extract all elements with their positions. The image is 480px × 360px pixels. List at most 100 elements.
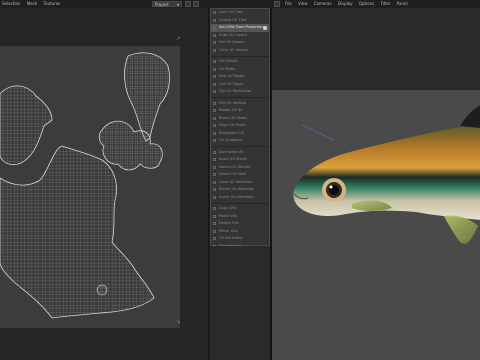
- ops-item-icon: [213, 26, 216, 29]
- ops-item-label: Scale UV Shells: [219, 157, 247, 161]
- ops-item-label: Flip UV Horizontal: [219, 89, 252, 93]
- ops-menu-item[interactable]: UV Relax: [211, 66, 269, 74]
- ops-item-label: Sew UV Edges: [219, 74, 245, 78]
- ops-item-icon: [213, 158, 216, 161]
- fish-eye-highlight: [329, 185, 333, 189]
- ops-item-label: Mirror UVs: [219, 228, 238, 233]
- ops-item-icon: [213, 229, 216, 233]
- ops-menu-item[interactable]: Stack UV Shells: [211, 115, 269, 123]
- ops-item-icon: [213, 150, 216, 154]
- ops-item-icon: [213, 109, 216, 112]
- ops-item-icon: [213, 33, 216, 37]
- ops-menu-item[interactable]: Copy UVs: [211, 205, 269, 213]
- ops-item-icon: [213, 75, 216, 78]
- ops-menu-item[interactable]: UV Snapshot: [211, 137, 269, 145]
- menu-file[interactable]: File: [285, 1, 292, 6]
- ops-item-label: Align UV Shells: [219, 123, 247, 127]
- menu-textures[interactable]: Textures: [44, 1, 61, 6]
- ops-menu-item[interactable]: Lock UV Tiles: [211, 9, 269, 17]
- ops-item-icon: [213, 18, 216, 22]
- ops-item-label: Copy UVs: [219, 206, 237, 210]
- ops-item-icon: [213, 67, 216, 71]
- uv-grid-area[interactable]: [0, 46, 180, 328]
- viewport-menu: File View Cameras Display Options Filter…: [285, 0, 413, 8]
- ops-item-label: UV Unfold: [219, 59, 237, 63]
- ops-menu-item[interactable]: Match UV Density: [211, 164, 269, 172]
- toolbar-settings-icon[interactable]: [193, 1, 199, 7]
- uv-shell-fin: [98, 120, 163, 171]
- project-dropdown[interactable]: Project ▾: [152, 1, 182, 7]
- ops-item-label: Shrink UV Selection: [219, 187, 255, 191]
- ops-item-icon: [213, 139, 216, 142]
- ops-menu-item[interactable]: Cut UV Edges: [211, 81, 269, 89]
- fish-pelvic-fin: [444, 215, 478, 244]
- uv-shell-gill: [0, 85, 53, 165]
- ops-item-icon: [213, 116, 216, 120]
- ops-item-icon: [213, 82, 216, 86]
- ops-menu-item[interactable]: Rotate UV 90: [211, 107, 269, 115]
- ops-menu-item[interactable]: Set UVW From Projection: [211, 24, 269, 32]
- ops-item-label: Clear UV Seams: [219, 47, 248, 52]
- toolbar-toggle-icon[interactable]: [185, 1, 191, 7]
- ops-item-label: Invert UV Selection: [219, 194, 254, 199]
- ops-item-label: UV Set Editor: [219, 236, 243, 240]
- menu-separator: [211, 202, 269, 204]
- ops-item-icon: [213, 165, 216, 169]
- ops-menu-item[interactable]: Flip UV Horizontal: [211, 88, 269, 96]
- ops-menu-item[interactable]: Align UV Shells: [211, 122, 269, 130]
- ops-menu-item[interactable]: Unlock UV Tiles: [211, 17, 269, 25]
- menu-panel[interactable]: Panel: [397, 1, 408, 6]
- ops-menu-item[interactable]: Normalize UV: [211, 149, 269, 157]
- ops-menu-item[interactable]: Set UV Seams: [211, 39, 269, 47]
- ops-item-label: Flip UV Vertical: [219, 100, 247, 105]
- menu-separator: [211, 55, 269, 57]
- ops-item-icon: [213, 207, 216, 210]
- ops-item-icon: [213, 124, 216, 127]
- menu-selection[interactable]: Selection: [2, 1, 20, 6]
- ops-menu-item[interactable]: Mirror UVs: [211, 228, 269, 236]
- menu-options[interactable]: Options: [359, 1, 374, 6]
- ops-menu-item[interactable]: Select UV Shell: [211, 171, 269, 179]
- ops-item-label: Set UVW From Projection: [219, 25, 264, 29]
- menu-filter[interactable]: Filter: [381, 1, 391, 6]
- ops-item-label: Normalize UV: [219, 149, 244, 154]
- ops-item-icon: [213, 173, 216, 176]
- ops-menu-item[interactable]: Scale UV Shells: [211, 156, 269, 164]
- uv-editor-menu: Selection Mesh Textures: [2, 0, 65, 8]
- ops-item-label: UV Relax: [219, 66, 236, 71]
- uv-shells: [0, 52, 170, 319]
- menu-view[interactable]: View: [298, 1, 308, 6]
- ops-menu-item[interactable]: Straighten UV: [211, 130, 269, 138]
- ops-menu-item[interactable]: Invert UV Selection: [211, 194, 269, 202]
- fish-dorsal-fin: [460, 105, 480, 128]
- ops-menu-item[interactable]: Delete UVs: [211, 220, 269, 228]
- ops-item-label: Set UV Seams: [219, 40, 245, 44]
- menu-display[interactable]: Display: [338, 1, 353, 6]
- ops-item-label: Lock UV Tiles: [219, 10, 243, 14]
- ops-item-label: Grow UV Selection: [219, 179, 253, 184]
- ops-menu-item[interactable]: Paste UVs: [211, 213, 269, 221]
- 3d-viewport[interactable]: [272, 8, 480, 360]
- active-indicator-icon: [263, 25, 267, 30]
- ops-item-label: Select UV Shell: [219, 172, 247, 176]
- viewport-panel-icon[interactable]: [274, 1, 280, 7]
- ops-item-icon: [213, 48, 216, 52]
- ops-item-label: UV Snapshot: [219, 138, 243, 142]
- ops-item-label: Straighten UV: [219, 130, 245, 135]
- ops-menu-item[interactable]: Grow UV Selection: [211, 179, 269, 187]
- ops-menu-item[interactable]: UV Set Editor: [211, 235, 269, 243]
- uv-editor-panel[interactable]: ↗ ↘: [0, 8, 208, 360]
- ops-menu-item[interactable]: UV Unfold: [211, 58, 269, 66]
- ops-menu-item[interactable]: Flip UV Vertical: [211, 100, 269, 108]
- ops-menu-item[interactable]: Sew UV Edges: [211, 73, 269, 81]
- menu-mesh[interactable]: Mesh: [27, 1, 38, 6]
- ops-menu-item[interactable]: Shrink UV Selection: [211, 186, 269, 194]
- ops-item-label: Stack UV Shells: [219, 115, 247, 120]
- ops-item-icon: [213, 214, 216, 218]
- uv-shell-body: [0, 145, 155, 319]
- uv-corner-marker-bottom: ↘: [176, 319, 181, 325]
- ops-menu-item[interactable]: Auto UV Layout: [211, 32, 269, 40]
- menu-cameras[interactable]: Cameras: [314, 1, 332, 6]
- ops-menu-item[interactable]: Clear UV Seams: [211, 47, 269, 55]
- ops-item-icon: [213, 195, 216, 199]
